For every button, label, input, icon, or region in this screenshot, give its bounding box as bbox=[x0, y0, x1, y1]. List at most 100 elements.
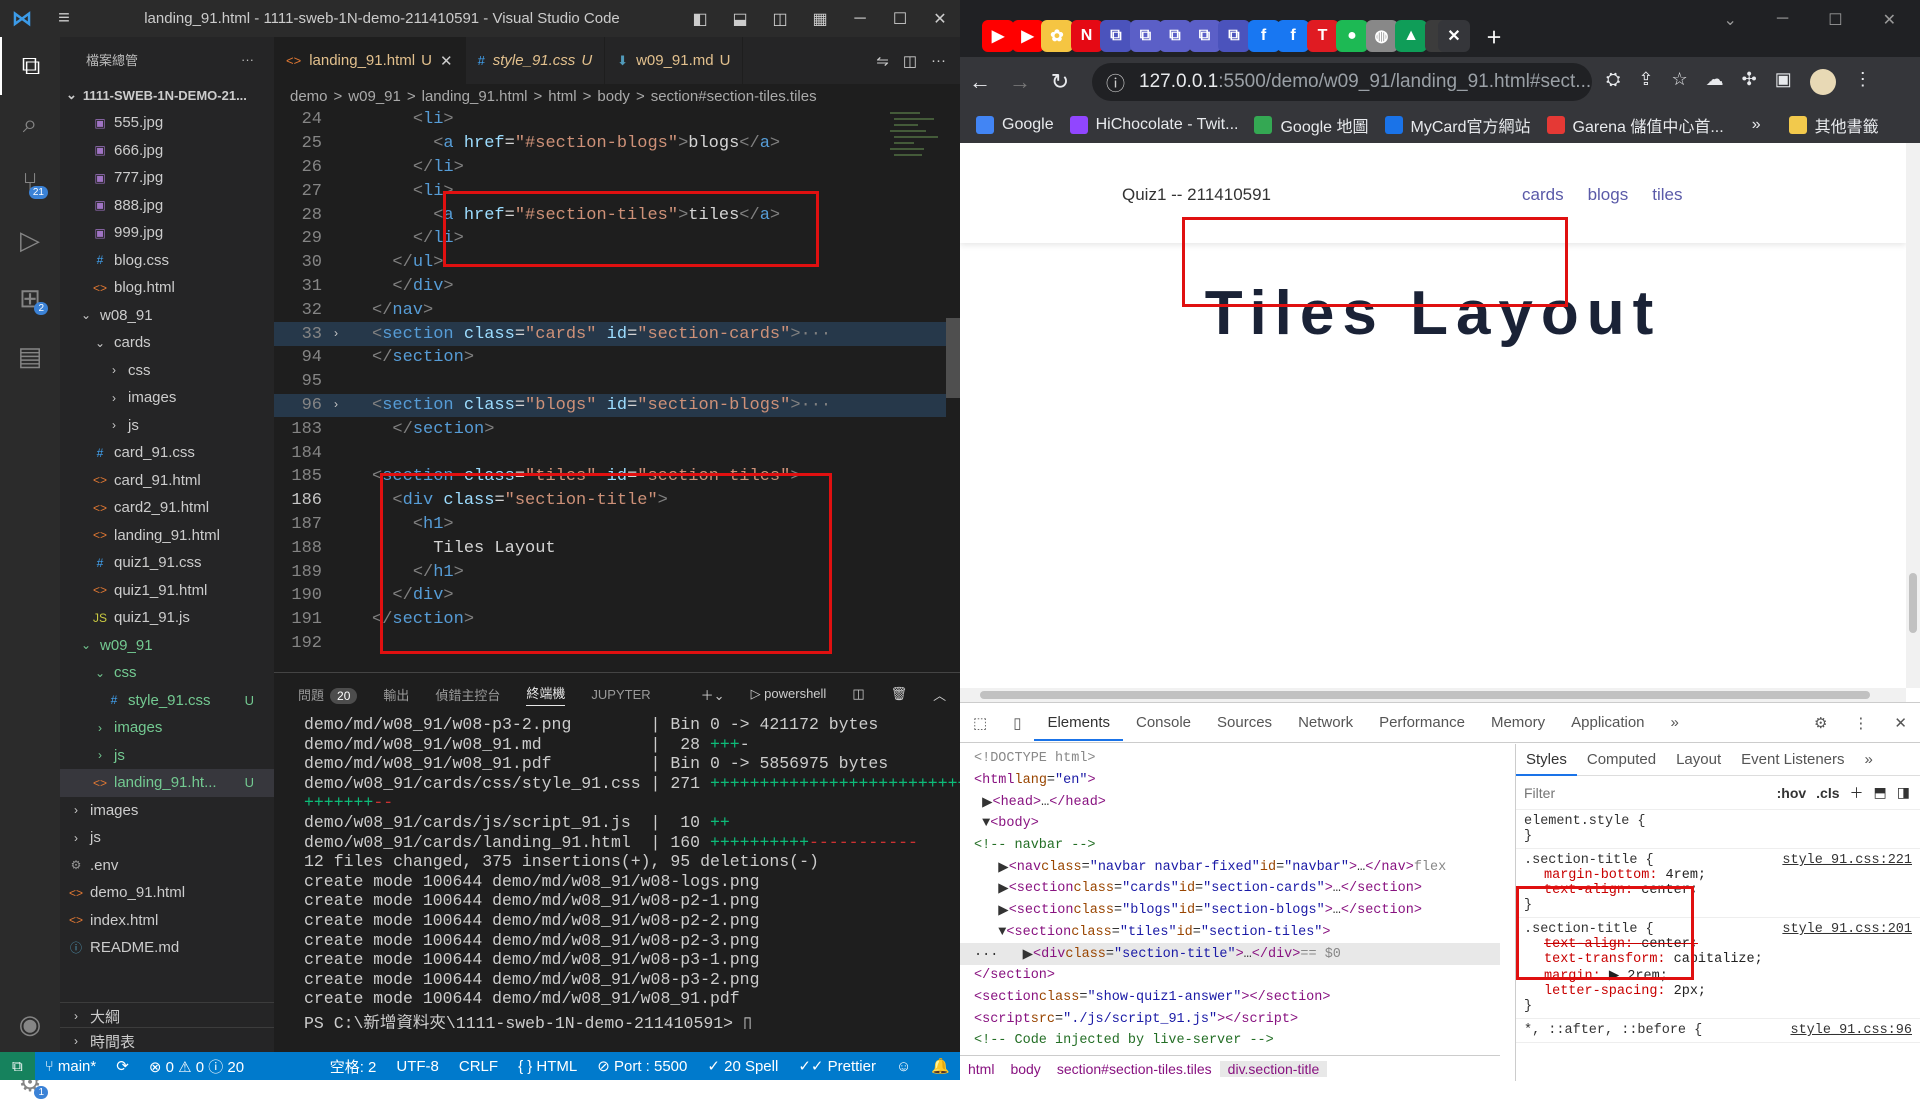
nav-link-tiles[interactable]: tiles bbox=[1652, 185, 1682, 205]
fold-icon[interactable]: › bbox=[326, 327, 346, 341]
element-style-rule[interactable]: element.style { } bbox=[1516, 810, 1920, 849]
file-item[interactable]: <>blog.html bbox=[60, 274, 274, 302]
chrome-menu-icon[interactable]: ⋮ bbox=[1854, 69, 1872, 95]
tab-layout[interactable]: Layout bbox=[1666, 751, 1731, 768]
folder-item[interactable]: ›images bbox=[60, 797, 274, 825]
folder-item[interactable]: ›js bbox=[60, 742, 274, 770]
page-scroll-thumb[interactable] bbox=[1909, 573, 1917, 633]
page-horizontal-scrollbar[interactable] bbox=[960, 688, 1906, 702]
extension-cloud-icon[interactable]: ☁ bbox=[1706, 69, 1724, 95]
page-vertical-scrollbar[interactable] bbox=[1906, 143, 1920, 688]
spell-status[interactable]: ✓ 20 Spell bbox=[697, 1057, 788, 1075]
folder-item[interactable]: ⌄w08_91 bbox=[60, 302, 274, 330]
branch-status[interactable]: ⑂ main* bbox=[35, 1058, 107, 1075]
tab-jupyter[interactable]: JUPYTER bbox=[591, 687, 650, 702]
notifications-icon[interactable]: 🔔 bbox=[921, 1057, 960, 1075]
dom-tree[interactable]: <!DOCTYPE html><html lang="en"> ▶<head>…… bbox=[960, 744, 1500, 1054]
extensions-icon[interactable]: ⊞2 bbox=[0, 269, 60, 327]
info-icon[interactable]: ⓘ bbox=[1106, 69, 1125, 96]
dom-node[interactable]: ▶<head>…</head> bbox=[960, 791, 1500, 813]
maximize-panel-icon[interactable]: ︿ bbox=[933, 685, 946, 704]
browser-tab-favicon[interactable]: ▲ bbox=[1395, 20, 1427, 52]
folder-item[interactable]: ⌄cards bbox=[60, 329, 274, 357]
devtools-menu-icon[interactable]: ⋮ bbox=[1840, 714, 1881, 732]
compare-icon[interactable]: ⇋ bbox=[876, 52, 889, 70]
prettier-status[interactable]: ✓✓ Prettier bbox=[788, 1057, 886, 1075]
tab-event-listeners[interactable]: Event Listeners bbox=[1731, 751, 1854, 768]
encoding-status[interactable]: UTF-8 bbox=[386, 1058, 449, 1075]
run-debug-icon[interactable]: ▷ bbox=[0, 211, 60, 269]
dom-crumb[interactable]: section#section-tiles.tiles bbox=[1049, 1061, 1220, 1077]
dom-node[interactable]: ▼<section class="tiles" id="section-tile… bbox=[960, 922, 1500, 944]
language-status[interactable]: { } HTML bbox=[508, 1058, 587, 1075]
device-toolbar-icon[interactable]: ▯ bbox=[1000, 714, 1034, 732]
rule-source-link[interactable]: style_91.css:221 bbox=[1782, 853, 1912, 868]
new-terminal-icon[interactable]: ＋⌄ bbox=[701, 685, 725, 704]
menu-icon[interactable]: ≡ bbox=[44, 7, 84, 30]
code-line[interactable]: 94</section> bbox=[274, 346, 960, 370]
file-item[interactable]: <>quiz1_91.html bbox=[60, 577, 274, 605]
layout-sidebar-icon[interactable]: ◧ bbox=[680, 9, 720, 29]
dom-node[interactable]: ▼<body> bbox=[960, 813, 1500, 835]
dom-node[interactable]: ▶<section class="blogs" id="section-blog… bbox=[960, 900, 1500, 922]
close-button[interactable]: ✕ bbox=[1883, 10, 1896, 30]
account-icon[interactable]: ◉ bbox=[0, 995, 60, 1053]
file-item[interactable]: ▣999.jpg bbox=[60, 219, 274, 247]
share-icon[interactable]: ⇪ bbox=[1638, 69, 1653, 95]
editor-scrollbar-thumb[interactable] bbox=[946, 318, 960, 398]
translate-icon[interactable]: ⛭ bbox=[1606, 69, 1620, 95]
dom-node[interactable]: <section class="show-quiz1-answer"></sec… bbox=[960, 987, 1500, 1009]
extensions-puzzle-icon[interactable]: ✣ bbox=[1742, 69, 1757, 95]
indentation-status[interactable]: 空格: 2 bbox=[320, 1056, 387, 1077]
bookmark-item[interactable]: Google 地圖 bbox=[1254, 113, 1368, 137]
breadcrumb-item[interactable]: html bbox=[548, 88, 576, 105]
rule-source-link[interactable]: style_91.css:201 bbox=[1782, 922, 1912, 937]
tab-terminal[interactable]: 終端機 bbox=[526, 683, 565, 706]
reload-icon[interactable]: ↻ bbox=[1040, 69, 1080, 95]
browser-tab-favicon[interactable]: ⧉ bbox=[1100, 20, 1132, 52]
minimize-button[interactable]: ─ bbox=[840, 10, 880, 28]
tab-problems[interactable]: 問題20 bbox=[298, 685, 357, 704]
layout-split-icon[interactable]: ◫ bbox=[760, 9, 800, 29]
layout-custom-icon[interactable]: ▦ bbox=[800, 9, 840, 29]
minimize-button[interactable]: ─ bbox=[1777, 10, 1788, 30]
tab-search-icon[interactable]: ⌄ bbox=[1724, 10, 1737, 30]
browser-tab-favicon[interactable]: ▶ bbox=[1012, 20, 1044, 52]
explorer-more-icon[interactable]: ··· bbox=[241, 52, 254, 67]
browser-tab-favicon[interactable]: ✿ bbox=[1041, 20, 1073, 52]
site-brand[interactable]: Quiz1 -- 211410591 bbox=[1122, 185, 1271, 205]
minimap[interactable] bbox=[886, 108, 946, 308]
editor-scrollbar[interactable] bbox=[946, 108, 960, 672]
tab-computed[interactable]: Computed bbox=[1577, 751, 1666, 768]
folder-item[interactable]: ›images bbox=[60, 384, 274, 412]
back-icon[interactable]: ← bbox=[960, 69, 1000, 95]
file-item[interactable]: ▣888.jpg bbox=[60, 192, 274, 220]
file-item[interactable]: <>landing_91.ht...U bbox=[60, 769, 274, 797]
maximize-button[interactable]: ☐ bbox=[1828, 10, 1842, 30]
breadcrumb-item[interactable]: section#section-tiles.tiles bbox=[651, 88, 817, 105]
browser-tab-favicon[interactable]: ⧉ bbox=[1218, 20, 1250, 52]
live-server-port[interactable]: ⊘ Port : 5500 bbox=[587, 1057, 697, 1075]
folder-item[interactable]: ⌄css bbox=[60, 659, 274, 687]
close-tab-icon[interactable]: ✕ bbox=[440, 52, 453, 70]
nav-link-blogs[interactable]: blogs bbox=[1588, 185, 1629, 205]
dom-node[interactable]: <html lang="en"> bbox=[960, 770, 1500, 792]
problems-status[interactable]: ⊗ 0 ⚠ 0 ⓘ 20 bbox=[139, 1056, 254, 1077]
tab-memory[interactable]: Memory bbox=[1478, 714, 1558, 731]
bookmark-item[interactable]: Garena 儲值中心首... bbox=[1547, 113, 1724, 137]
bookmarks-overflow-icon[interactable]: » bbox=[1752, 116, 1761, 134]
dom-node[interactable]: <script src="./js/script_91.js"></script… bbox=[960, 1008, 1500, 1030]
other-bookmarks[interactable]: 其他書籤 bbox=[1789, 113, 1879, 137]
browser-tab-favicon[interactable]: ⧉ bbox=[1130, 20, 1162, 52]
browser-tab-favicon[interactable]: T bbox=[1307, 20, 1339, 52]
tab-styles[interactable]: Styles bbox=[1516, 743, 1577, 776]
workspace-root[interactable]: ⌄1111-SWEB-1N-DEMO-21... bbox=[60, 81, 274, 109]
folder-item[interactable]: ›js bbox=[60, 412, 274, 440]
more-side-tabs-icon[interactable]: » bbox=[1855, 751, 1883, 768]
code-line[interactable]: 184 bbox=[274, 441, 960, 465]
code-line[interactable]: 26 </li> bbox=[274, 156, 960, 180]
css-rule-universal[interactable]: *, ::after, ::before { style_91.css:96 bbox=[1516, 1019, 1920, 1043]
browser-tab-favicon[interactable]: N bbox=[1071, 20, 1103, 52]
browser-tab-favicon[interactable]: f bbox=[1248, 20, 1280, 52]
terminal-shell[interactable]: ▷ powershell bbox=[751, 686, 827, 702]
